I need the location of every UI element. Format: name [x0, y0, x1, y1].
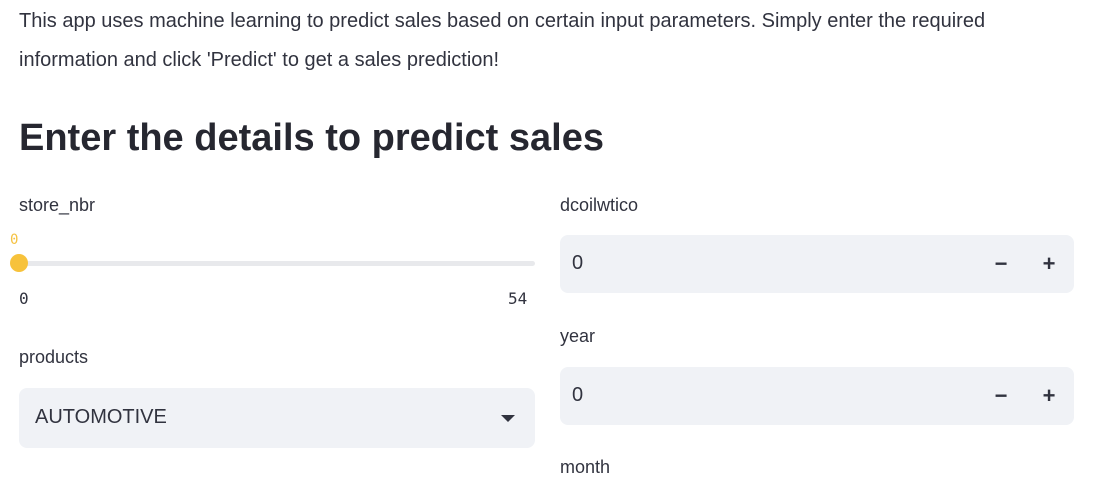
store-nbr-label: store_nbr [19, 195, 96, 215]
minus-icon[interactable]: − [986, 381, 1016, 411]
dcoilwtico-value[interactable]: 0 [572, 252, 583, 275]
app-page: This app uses machine learning to predic… [0, 0, 1108, 481]
slider-min-label: 0 [19, 289, 29, 308]
plus-icon[interactable]: + [1034, 381, 1064, 411]
store-nbr-slider[interactable] [10, 254, 535, 272]
year-label: year [560, 326, 596, 346]
products-select[interactable]: AUTOMOTIVE [19, 388, 535, 448]
products-selected-value: AUTOMOTIVE [35, 406, 167, 428]
year-input[interactable]: 0 − + [560, 367, 1074, 425]
dcoilwtico-input[interactable]: 0 − + [560, 235, 1074, 293]
slider-thumb[interactable] [10, 254, 28, 272]
month-label: month [560, 457, 611, 477]
minus-icon[interactable]: − [986, 249, 1016, 279]
intro-text: This app uses machine learning to predic… [19, 10, 986, 71]
slider-max-label: 54 [508, 289, 528, 308]
dcoilwtico-label: dcoilwtico [560, 195, 639, 215]
year-value[interactable]: 0 [572, 384, 583, 407]
plus-icon[interactable]: + [1034, 249, 1064, 279]
caret-down-icon [501, 415, 515, 422]
page-title: Enter the details to predict sales [19, 117, 604, 159]
products-label: products [19, 347, 89, 367]
slider-current-value: 0 [10, 232, 19, 248]
